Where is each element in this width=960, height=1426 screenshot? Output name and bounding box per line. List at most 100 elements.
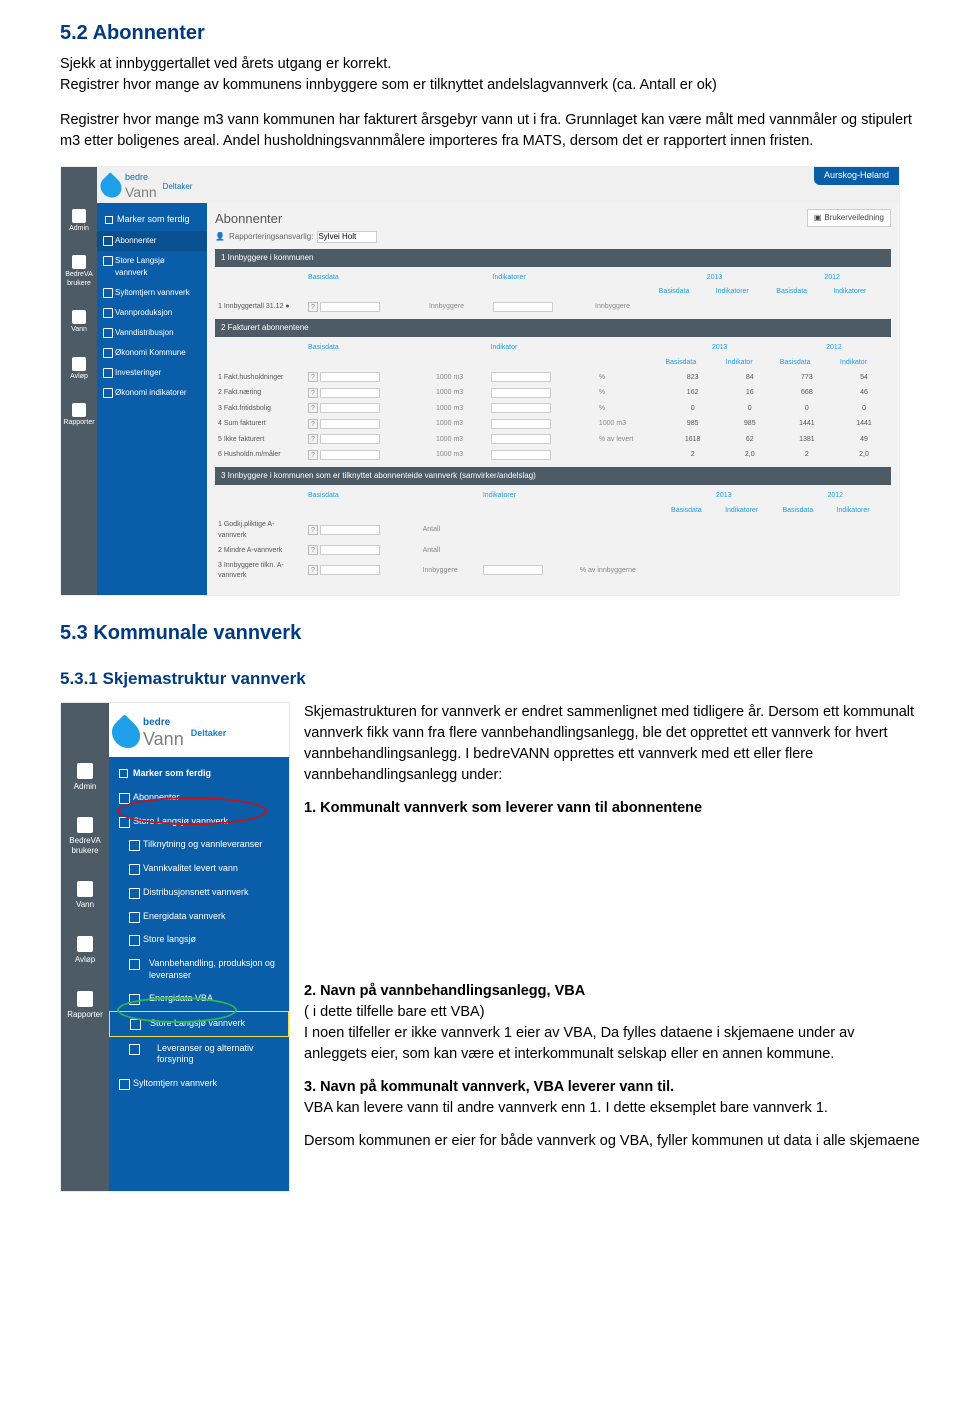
subnav-item[interactable]: Vannkvalitet levert vann bbox=[109, 857, 289, 881]
sub-basis: Basisdata bbox=[656, 285, 713, 300]
help-icon[interactable]: ? bbox=[308, 545, 318, 555]
help-icon[interactable]: ? bbox=[308, 565, 318, 575]
nav-label: BedreVA brukere bbox=[65, 271, 93, 286]
mark-done[interactable]: Marker som ferdig bbox=[97, 209, 207, 231]
subnav-item[interactable]: Store Langsjø vannverk bbox=[109, 1011, 289, 1037]
report-icon bbox=[72, 403, 86, 417]
nav-vann[interactable]: Vann bbox=[71, 310, 87, 334]
help-icon[interactable]: ? bbox=[308, 403, 318, 413]
val-2013-basis: 0 bbox=[662, 401, 722, 417]
sub-basis: Basisdata bbox=[668, 504, 722, 519]
unit: 1000 m3 bbox=[433, 370, 488, 386]
col-2012: 2012 bbox=[780, 489, 892, 504]
report-icon bbox=[77, 991, 93, 1007]
person-icon: 👤 bbox=[215, 231, 225, 243]
help-icon[interactable]: ? bbox=[308, 419, 318, 429]
help-icon[interactable]: ? bbox=[308, 372, 318, 382]
basis-input[interactable] bbox=[320, 403, 380, 413]
tap-icon bbox=[72, 310, 86, 324]
table-row: 2 Mindre A-vannverk? Antall bbox=[215, 543, 891, 559]
nav-rapporter[interactable]: Rapporter bbox=[63, 403, 94, 427]
brand-logo: bedre Vann Deltaker bbox=[113, 715, 226, 753]
subnav-item[interactable]: Syltomtjern vannverk bbox=[109, 1072, 289, 1096]
nav-bedreva[interactable]: BedreVA brukere bbox=[61, 255, 97, 288]
users-icon bbox=[72, 255, 86, 269]
basis-input[interactable] bbox=[320, 434, 380, 444]
subnav-abonnenter[interactable]: Abonnenter bbox=[97, 231, 207, 251]
help-icon[interactable]: ? bbox=[308, 450, 318, 460]
subnav-item[interactable]: Store Langsjø vannverk bbox=[109, 810, 289, 834]
indicator-input[interactable] bbox=[491, 419, 551, 429]
subnav-item[interactable]: Investeringer bbox=[97, 363, 207, 383]
indicator-input[interactable] bbox=[491, 403, 551, 413]
indicator-input[interactable] bbox=[491, 372, 551, 382]
nav-rapporter[interactable]: Rapporter bbox=[67, 991, 103, 1020]
brand-role: Deltaker bbox=[191, 727, 227, 741]
basis-input[interactable] bbox=[320, 545, 380, 555]
admin-icon bbox=[77, 763, 93, 779]
basis-input[interactable] bbox=[320, 525, 380, 535]
screenshot-nav-vannverk: bedre Vann Deltaker Admin BedreVA bruker… bbox=[60, 702, 290, 1192]
val-2012-indik: 49 bbox=[837, 432, 891, 448]
list-1: 1. Kommunalt vannverk som leverer vann t… bbox=[304, 800, 702, 816]
nav-avlop[interactable]: Avløp bbox=[75, 936, 95, 965]
subnav-item[interactable]: Tilknytning og vannleveranser bbox=[109, 833, 289, 857]
subnav-item[interactable]: Store langsjø bbox=[109, 928, 289, 952]
basis-input[interactable] bbox=[320, 388, 380, 398]
basis-input[interactable] bbox=[320, 372, 380, 382]
row-label: 3 Innbyggere tilkn. A-vannverk bbox=[215, 559, 305, 584]
brand-logo: bedre Vann Deltaker bbox=[101, 171, 192, 203]
nav-bedreva[interactable]: BedreVA brukere bbox=[61, 817, 109, 855]
section-bar-2: 2 Fakturert abonnentene bbox=[215, 319, 891, 337]
brand-bedre: bedre bbox=[143, 715, 184, 730]
basis-input[interactable] bbox=[320, 302, 380, 312]
subnav-item[interactable]: Store Langsjø vannverk bbox=[97, 251, 207, 283]
subnav-item[interactable]: Vanndistribusjon bbox=[97, 323, 207, 343]
unit bbox=[596, 448, 663, 464]
sub-indik: Indikatorer bbox=[722, 504, 779, 519]
subnav-item[interactable]: Leveranser og alternativ forsyning bbox=[109, 1037, 289, 1072]
sub-indik: Indikatorer bbox=[830, 285, 891, 300]
nav-label: Admin bbox=[69, 225, 89, 232]
help-icon[interactable]: ? bbox=[308, 302, 318, 312]
subnav-item[interactable]: Økonomi Kommune bbox=[97, 343, 207, 363]
subnav-item[interactable]: Abonnenter bbox=[109, 786, 289, 810]
indicator-input[interactable] bbox=[493, 302, 553, 312]
col-2012: 2012 bbox=[773, 271, 891, 286]
indicator-input[interactable] bbox=[491, 434, 551, 444]
subnav-item[interactable]: Vannbehandling, produksjon og leveranser bbox=[109, 952, 289, 987]
guide-button[interactable]: ▣ Brukerveiledning bbox=[807, 209, 891, 227]
val-2013-indik: 84 bbox=[723, 370, 777, 386]
mark-done[interactable]: Marker som ferdig bbox=[109, 761, 289, 787]
nav-avlop[interactable]: Avløp bbox=[70, 357, 88, 381]
help-icon[interactable]: ? bbox=[308, 525, 318, 535]
subnav-item[interactable]: Syltomtjern vannverk bbox=[97, 283, 207, 303]
nav-label: BedreVA brukere bbox=[69, 836, 100, 855]
nav-admin[interactable]: Admin bbox=[74, 763, 97, 792]
row-label: 1 Innbyggertall 31.12 ● bbox=[215, 300, 305, 316]
col-basis: Basisdata bbox=[305, 489, 420, 504]
basis-input[interactable] bbox=[320, 450, 380, 460]
subnav-item[interactable]: Energidata vannverk bbox=[109, 905, 289, 929]
unit: % bbox=[596, 370, 663, 386]
tenant-badge: Aurskog-Høland bbox=[814, 167, 899, 185]
subnav-item[interactable]: Økonomi indikatorer bbox=[97, 383, 207, 403]
col-basis: Basisdata bbox=[305, 341, 433, 356]
basis-input[interactable] bbox=[320, 419, 380, 429]
val-2012-basis: 0 bbox=[777, 401, 837, 417]
subnav-item[interactable]: Energidata VBA bbox=[109, 987, 289, 1011]
indicator-input[interactable] bbox=[483, 565, 543, 575]
indicator-input[interactable] bbox=[491, 450, 551, 460]
unit: 1000 m3 bbox=[433, 386, 488, 402]
help-icon[interactable]: ? bbox=[308, 388, 318, 398]
resp-input[interactable] bbox=[317, 231, 377, 243]
nav-admin[interactable]: Admin bbox=[69, 209, 89, 233]
help-icon[interactable]: ? bbox=[308, 434, 318, 444]
subnav-item[interactable]: Vannproduksjon bbox=[97, 303, 207, 323]
heading-5-3-1: 5.3.1 Skjemastruktur vannverk bbox=[60, 666, 920, 692]
subnav-item[interactable]: Distribusjonsnett vannverk bbox=[109, 881, 289, 905]
text: I noen tilfeller er ikke vannverk 1 eier… bbox=[304, 1025, 854, 1062]
basis-input[interactable] bbox=[320, 565, 380, 575]
nav-vann[interactable]: Vann bbox=[76, 881, 94, 910]
indicator-input[interactable] bbox=[491, 388, 551, 398]
